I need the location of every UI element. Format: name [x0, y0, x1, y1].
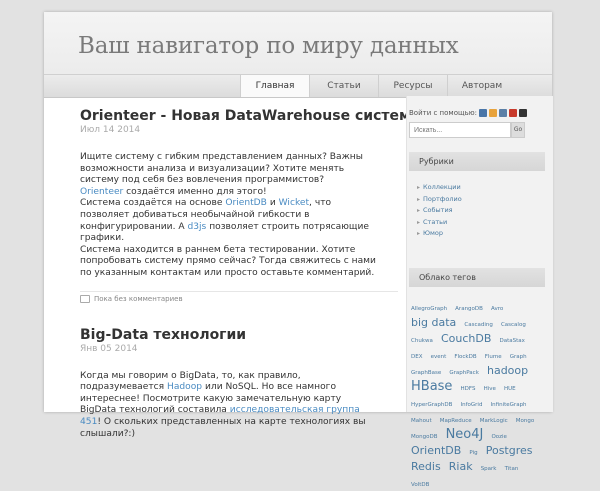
post-title[interactable]: Orienteer - Новая DataWarehouse система: [80, 108, 420, 124]
rubrics-header: Рубрики: [409, 152, 545, 171]
tag-mapreduce[interactable]: MapReduce: [440, 418, 472, 424]
sidebar: Войти с помощью: Go Рубрики Коллекции По…: [406, 96, 553, 488]
post-body: Ищите систему с гибким представлением да…: [80, 152, 380, 280]
search-button[interactable]: Go: [511, 122, 525, 138]
tag-infogrid[interactable]: InfoGrid: [461, 402, 483, 408]
link-orienteer[interactable]: Orienteer: [80, 187, 123, 197]
post-text: ! О скольких представленных на карте тех…: [80, 416, 366, 439]
tag-hue[interactable]: HUE: [504, 386, 516, 392]
site-title[interactable]: Ваш навигатор по миру данных: [78, 33, 459, 59]
tag-hadoop[interactable]: hadoop: [487, 364, 528, 377]
tag-cloud-header: Облако тегов: [409, 268, 545, 287]
post-meta: Пока без комментариев: [80, 290, 398, 303]
post-text: и: [266, 198, 279, 209]
tag-couchdb[interactable]: CouchDB: [441, 332, 491, 345]
tag-postgres[interactable]: Postgres: [486, 444, 533, 457]
link-wicket[interactable]: Wicket: [279, 198, 309, 208]
rubrics-list: Коллекции Портфолио События Статьи Юмор: [409, 182, 545, 240]
post-text: Ищите систему с гибким представлением да…: [80, 152, 363, 186]
post-orienteer: Orienteer - Новая DataWarehouse система …: [80, 108, 420, 303]
tag-mongo[interactable]: Mongo: [516, 418, 534, 424]
search-input[interactable]: [409, 122, 511, 138]
tag-infinitegraph[interactable]: InfiniteGraph: [491, 402, 527, 408]
rubric-events[interactable]: События: [409, 205, 545, 217]
post-date: Июл 14 2014: [80, 125, 141, 135]
tag-hypergraphdb[interactable]: HyperGraphDB: [411, 402, 452, 408]
google-icon[interactable]: [508, 109, 517, 117]
nav-item-home[interactable]: Главная: [240, 75, 309, 97]
post-text: создаётся именно для этого!: [123, 186, 267, 197]
tag-graphbase[interactable]: GraphBase: [411, 370, 441, 376]
nav-item-articles[interactable]: Статьи: [309, 75, 378, 97]
main-nav: Главная Статьи Ресурсы Авторам: [240, 75, 516, 97]
tag-hbase[interactable]: HBase: [411, 379, 452, 394]
social-login-row: Войти с помощью:: [409, 109, 527, 117]
tag-cloud: AllegroGraph ArangoDB Avro big data Casc…: [411, 299, 541, 491]
rubric-collections[interactable]: Коллекции: [409, 182, 545, 194]
comment-icon: [80, 294, 90, 303]
tag-oozie[interactable]: Oozie: [491, 434, 507, 440]
post-title[interactable]: Big-Data технологии: [80, 327, 398, 343]
vk-icon[interactable]: [478, 109, 487, 117]
odnoklassniki-icon[interactable]: [488, 109, 497, 117]
tag-cascading[interactable]: Cascading: [464, 322, 492, 328]
link-d3js[interactable]: d3js: [187, 222, 206, 232]
rubric-articles[interactable]: Статьи: [409, 217, 545, 229]
tag-allegrograph[interactable]: AllegroGraph: [411, 306, 447, 312]
tag-redis[interactable]: Redis: [411, 460, 441, 473]
post-bigdata: Big-Data технологии Янв 05 2014 Когда мы…: [80, 327, 398, 441]
rubric-humor[interactable]: Юмор: [409, 228, 545, 240]
tag-spark[interactable]: Spark: [481, 466, 497, 472]
post-date: Янв 05 2014: [80, 343, 138, 354]
page: Ваш навигатор по миру данных Главная Ста…: [44, 12, 553, 488]
site-header: Ваш навигатор по миру данных: [44, 12, 552, 74]
tag-titan[interactable]: Titan: [505, 466, 519, 472]
nav-item-authors[interactable]: Авторам: [447, 75, 516, 97]
nav-item-resources[interactable]: Ресурсы: [378, 75, 447, 97]
tag-avro[interactable]: Avro: [491, 306, 503, 312]
tag-voltdb[interactable]: VoltDB: [411, 482, 429, 488]
tag-graph[interactable]: Graph: [510, 354, 527, 360]
main-content: Orienteer - Новая DataWarehouse система …: [80, 108, 420, 441]
comments-link[interactable]: Пока без комментариев: [94, 295, 183, 303]
tag-arangodb[interactable]: ArangoDB: [455, 306, 483, 312]
tag-datastax[interactable]: DataStax: [499, 338, 524, 344]
rubric-portfolio[interactable]: Портфолио: [409, 194, 545, 206]
post-text: Система находится в раннем бета тестиров…: [80, 244, 376, 278]
tag-event[interactable]: event: [431, 354, 447, 360]
social-login-label: Войти с помощью:: [409, 109, 477, 117]
tag-neo4j[interactable]: Neo4J: [446, 427, 484, 442]
tag-cascalog[interactable]: Cascalog: [501, 322, 526, 328]
post-body: Когда мы говорим о BigData, то, как прав…: [80, 371, 380, 441]
tag-big-data[interactable]: big data: [411, 316, 456, 329]
main-nav-bar: Главная Статьи Ресурсы Авторам: [44, 74, 552, 98]
tag-chukwa[interactable]: Chukwa: [411, 338, 433, 344]
tag-flockdb[interactable]: FlockDB: [454, 354, 476, 360]
post-text: Система создаётся на основе: [80, 198, 226, 209]
tag-mahout[interactable]: Mahout: [411, 418, 432, 424]
link-orientdb[interactable]: OrientDB: [225, 198, 267, 208]
tag-graphpack[interactable]: GraphPack: [449, 370, 479, 376]
facebook-icon[interactable]: [498, 109, 507, 117]
tag-hdfs[interactable]: HDFS: [461, 386, 476, 392]
link-hadoop[interactable]: Hadoop: [167, 382, 202, 392]
tag-pig[interactable]: Pig: [469, 450, 477, 456]
tag-dex[interactable]: DEX: [411, 354, 422, 360]
tag-riak[interactable]: Riak: [449, 460, 473, 473]
tag-orientdb[interactable]: OrientDB: [411, 444, 461, 457]
tag-mongodb[interactable]: MongoDB: [411, 434, 437, 440]
tag-flume[interactable]: Flume: [485, 354, 502, 360]
tag-marklogic[interactable]: MarkLogic: [480, 418, 508, 424]
mailru-icon[interactable]: [518, 109, 527, 117]
tag-hive[interactable]: Hive: [484, 386, 496, 392]
